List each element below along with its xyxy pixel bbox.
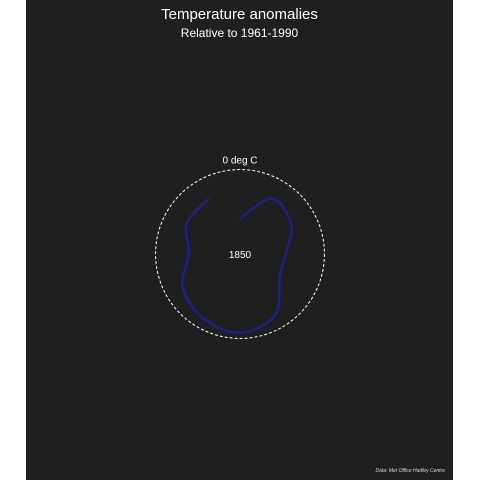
month-point-dec xyxy=(207,198,210,201)
month-point-aug xyxy=(201,316,205,320)
month-point-jul xyxy=(238,331,242,334)
month-point-nov xyxy=(185,222,189,225)
temperature-series-line xyxy=(180,197,293,335)
month-point-oct xyxy=(187,252,190,256)
month-point-may xyxy=(278,275,281,278)
polar-plot: 0 deg C 1850 xyxy=(155,156,325,339)
data-source-caption: Data: Met Office Hadley Centre xyxy=(375,468,445,474)
month-point-mar xyxy=(290,223,293,226)
month-point-jan xyxy=(238,217,242,220)
month-point-apr xyxy=(284,252,287,256)
reference-label: 0 deg C xyxy=(222,156,257,167)
month-point-sep xyxy=(181,285,184,289)
month-point-feb xyxy=(270,197,274,200)
chart-panel: Temperature anomalies Relative to 1961-1… xyxy=(26,0,453,480)
chart-frame: Temperature anomalies Relative to 1961-1… xyxy=(0,0,480,480)
month-point-jun xyxy=(274,313,277,317)
year-label: 1850 xyxy=(229,250,252,261)
